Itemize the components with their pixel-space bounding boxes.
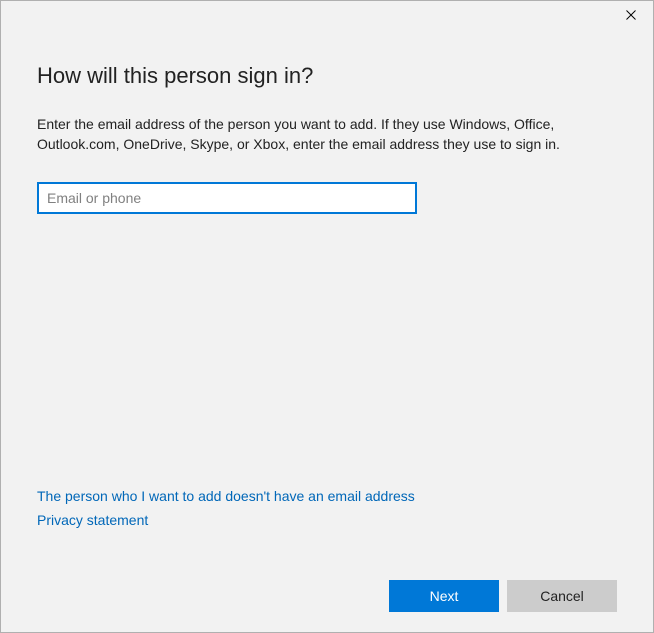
page-title: How will this person sign in?: [37, 63, 617, 89]
privacy-statement-link[interactable]: Privacy statement: [37, 512, 148, 528]
spacer: [37, 214, 617, 488]
titlebar: [1, 1, 653, 33]
links-section: The person who I want to add doesn't hav…: [37, 488, 617, 536]
dialog-window: How will this person sign in? Enter the …: [0, 0, 654, 633]
close-button[interactable]: [608, 1, 653, 29]
description-text: Enter the email address of the person yo…: [37, 115, 597, 154]
next-button[interactable]: Next: [389, 580, 499, 612]
content-area: How will this person sign in? Enter the …: [1, 33, 653, 580]
cancel-button[interactable]: Cancel: [507, 580, 617, 612]
no-email-link[interactable]: The person who I want to add doesn't hav…: [37, 488, 415, 504]
email-or-phone-input[interactable]: [37, 182, 417, 214]
close-icon: [626, 8, 636, 23]
footer-buttons: Next Cancel: [1, 580, 653, 632]
